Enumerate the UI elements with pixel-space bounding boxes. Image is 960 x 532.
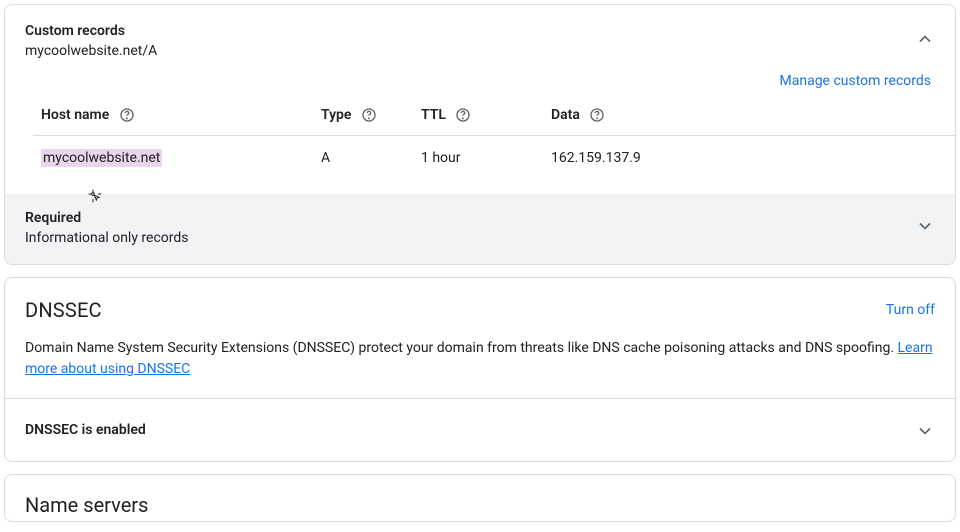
custom-records-header[interactable]: Custom records mycoolwebsite.net/A xyxy=(5,5,955,73)
col-header-host-label: Host name xyxy=(41,107,109,123)
chevron-up-icon[interactable] xyxy=(915,29,935,53)
dnssec-card: DNSSEC Turn off Domain Name System Secur… xyxy=(4,277,956,462)
cell-host: mycoolwebsite.net xyxy=(33,136,313,181)
cell-ttl: 1 hour xyxy=(413,136,543,181)
table-row: mycoolwebsite.net A 1 hour 162.159.137.9 xyxy=(33,136,956,181)
col-header-type: Type xyxy=(313,99,413,136)
manage-row: Manage custom records xyxy=(5,73,955,99)
cursor-icon xyxy=(87,188,103,204)
name-servers-title: Name servers xyxy=(25,493,935,517)
custom-records-titles: Custom records mycoolwebsite.net/A xyxy=(25,23,915,59)
required-subtitle: Informational only records xyxy=(25,230,915,246)
col-header-data: Data xyxy=(543,99,956,136)
dnssec-description: Domain Name System Security Extensions (… xyxy=(5,332,955,398)
dnssec-turn-off-link[interactable]: Turn off xyxy=(886,302,935,318)
host-name-value: mycoolwebsite.net xyxy=(41,149,162,167)
col-header-type-label: Type xyxy=(321,107,351,123)
name-servers-card: Name servers xyxy=(4,474,956,522)
chevron-down-icon[interactable] xyxy=(915,421,935,445)
dnssec-header: DNSSEC Turn off xyxy=(5,278,955,332)
dnssec-enabled-label: DNSSEC is enabled xyxy=(25,422,915,438)
dnssec-desc-text: Domain Name System Security Extensions (… xyxy=(25,340,898,356)
required-title: Required xyxy=(25,210,915,226)
custom-records-card: Custom records mycoolwebsite.net/A Manag… xyxy=(4,4,956,265)
manage-custom-records-link[interactable]: Manage custom records xyxy=(780,73,931,89)
required-records-header[interactable]: Required Informational only records xyxy=(5,194,955,264)
col-header-ttl: TTL xyxy=(413,99,543,136)
cell-data: 162.159.137.9 xyxy=(543,136,956,181)
custom-records-title: Custom records xyxy=(25,23,915,39)
help-icon[interactable] xyxy=(455,107,471,123)
required-titles: Required Informational only records xyxy=(25,210,915,246)
col-header-host: Host name xyxy=(33,99,313,136)
records-table: Host name Type TTL xyxy=(33,99,956,180)
custom-records-subtitle: mycoolwebsite.net/A xyxy=(25,43,915,59)
help-icon[interactable] xyxy=(589,107,605,123)
chevron-down-icon[interactable] xyxy=(915,216,935,240)
help-icon[interactable] xyxy=(119,107,135,123)
cell-type: A xyxy=(313,136,413,181)
dnssec-enabled-row[interactable]: DNSSEC is enabled xyxy=(5,398,955,461)
col-header-ttl-label: TTL xyxy=(421,107,446,123)
col-header-data-label: Data xyxy=(551,107,580,123)
dnssec-title: DNSSEC xyxy=(25,298,886,322)
help-icon[interactable] xyxy=(361,107,377,123)
